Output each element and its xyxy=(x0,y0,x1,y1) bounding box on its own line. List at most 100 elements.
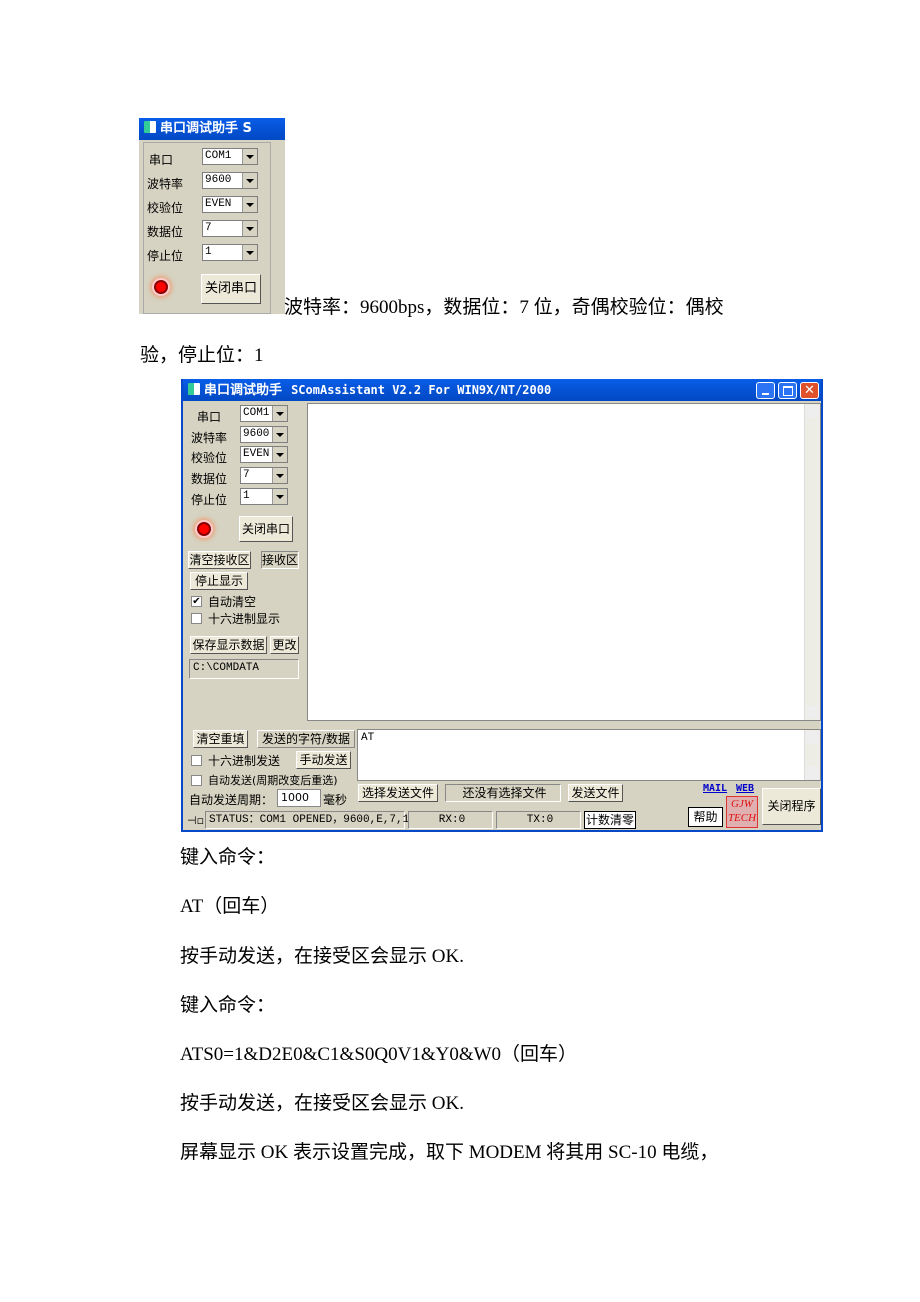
parity-label: 校验位 xyxy=(191,451,228,465)
text-line: ATS0=1&D2E0&C1&S0Q0V1&Y0&W0（回车） xyxy=(180,1044,578,1065)
chevron-down-icon[interactable] xyxy=(242,149,257,164)
text-line: 按手动发送，在接受区会显示 OK. xyxy=(180,946,464,967)
baud-label: 波特率 xyxy=(147,177,184,191)
close-button[interactable]: ✕ xyxy=(800,382,819,399)
port-select[interactable]: COM1 xyxy=(240,405,288,422)
databits-label: 数据位 xyxy=(147,225,184,239)
chevron-down-icon[interactable] xyxy=(242,221,257,236)
status-field: STATUS：COM1 OPENED，9600,E,7,1 xyxy=(205,811,409,829)
parity-label: 校验位 xyxy=(147,201,184,215)
paragraph-line: 波特率：9600bps，数据位：7 位，奇偶校验位：偶校 xyxy=(284,297,724,318)
app-icon xyxy=(144,121,156,133)
scroll-up-icon[interactable] xyxy=(806,731,819,744)
stopbits-label: 停止位 xyxy=(191,493,228,507)
chevron-down-icon[interactable] xyxy=(272,447,287,462)
chevron-down-icon[interactable] xyxy=(242,245,257,260)
receive-area-label: 接收区 xyxy=(261,551,299,569)
text-line: 键入命令： xyxy=(180,847,276,868)
chevron-down-icon[interactable] xyxy=(272,427,287,442)
stopbits-label: 停止位 xyxy=(147,249,184,263)
title-bar: 串口调试助手 SComAssistant V2.2 For WIN9X/NT/2… xyxy=(183,379,821,401)
auto-send-checkbox[interactable] xyxy=(191,775,202,786)
auto-clear-checkbox[interactable]: ✔ xyxy=(191,596,202,607)
gjw-tech-logo: GJW TECH xyxy=(726,796,758,828)
help-button[interactable]: 帮助 xyxy=(688,807,723,827)
send-file-button[interactable]: 发送文件 xyxy=(568,784,623,802)
hex-send-label: 十六进制发送 xyxy=(208,754,281,768)
mail-link[interactable]: MAIL xyxy=(703,783,727,794)
window-title-cn: 串口调试助手 xyxy=(204,383,283,398)
window-title: 串口调试助手 S xyxy=(160,121,252,136)
baud-select[interactable]: 9600 xyxy=(202,172,258,189)
scroll-down-icon[interactable] xyxy=(806,766,819,779)
text-line: 按手动发送，在接受区会显示 OK. xyxy=(180,1093,464,1114)
text-line: 键入命令： xyxy=(180,995,276,1016)
port-select[interactable]: COM1 xyxy=(202,148,258,165)
title-bar: 串口调试助手 S xyxy=(139,118,285,140)
close-program-button[interactable]: 关闭程序 xyxy=(762,788,821,825)
reset-count-button[interactable]: 计数清零 xyxy=(584,811,636,829)
text-line: 屏幕显示 OK 表示设置完成，取下 MODEM 将其用 SC-10 电缆， xyxy=(180,1142,719,1163)
close-icon: ✕ xyxy=(804,383,815,398)
send-scrollbar[interactable] xyxy=(804,730,820,780)
serial-assistant-window: 串口调试助手 SComAssistant V2.2 For WIN9X/NT/2… xyxy=(181,379,823,832)
send-data-label: 发送的字符/数据 xyxy=(257,730,355,748)
app-icon xyxy=(188,383,200,395)
status-led-icon xyxy=(197,522,211,536)
chevron-down-icon[interactable] xyxy=(272,406,287,421)
selected-file-field: 还没有选择文件 xyxy=(445,784,561,802)
change-path-button[interactable]: 更改 xyxy=(270,636,299,654)
minimize-icon xyxy=(762,393,769,395)
clear-refill-button[interactable]: 清空重填 xyxy=(193,730,248,748)
save-path-field: C:\COMDATA xyxy=(189,659,299,679)
rx-counter: RX:0 xyxy=(408,811,493,829)
manual-send-button[interactable]: 手动发送 xyxy=(296,751,351,769)
stopbits-select[interactable]: 1 xyxy=(202,244,258,261)
databits-select[interactable]: 7 xyxy=(202,220,258,237)
parity-select[interactable]: EVEN xyxy=(202,196,258,213)
period-unit: 毫秒 xyxy=(323,793,348,807)
window-title-en: SComAssistant V2.2 For WIN9X/NT/2000 xyxy=(291,383,552,397)
small-serial-window: 串口调试助手 S 串口 COM1 波特率 9600 校验位 EVEN 数据位 7… xyxy=(139,118,285,314)
auto-send-label: 自动发送(周期改变后重选) xyxy=(208,774,338,787)
databits-label: 数据位 xyxy=(191,472,228,486)
send-textarea[interactable]: AT xyxy=(357,729,821,781)
text-line: AT（回车） xyxy=(180,896,280,917)
chevron-down-icon[interactable] xyxy=(242,197,257,212)
baud-label: 波特率 xyxy=(191,431,228,445)
maximize-button[interactable] xyxy=(778,382,797,399)
chevron-down-icon[interactable] xyxy=(272,468,287,483)
scroll-up-icon[interactable] xyxy=(806,405,819,418)
hex-display-label: 十六进制显示 xyxy=(208,612,281,626)
paragraph-line: 验，停止位：1 xyxy=(140,345,264,366)
pin-icon: ⊣▫ xyxy=(187,814,205,827)
period-label: 自动发送周期： xyxy=(189,793,274,807)
check-icon: ✔ xyxy=(192,596,201,607)
databits-select[interactable]: 7 xyxy=(240,467,288,484)
port-label: 串口 xyxy=(149,153,174,167)
close-port-button[interactable]: 关闭串口 xyxy=(239,516,293,542)
hex-send-checkbox[interactable] xyxy=(191,755,202,766)
close-port-button[interactable]: 关闭串口 xyxy=(201,274,261,304)
stop-display-button[interactable]: 停止显示 xyxy=(190,572,248,590)
period-input[interactable]: 1000 xyxy=(277,789,321,807)
tx-counter: TX:0 xyxy=(496,811,581,829)
stopbits-select[interactable]: 1 xyxy=(240,488,288,505)
baud-select[interactable]: 9600 xyxy=(240,426,288,443)
auto-clear-label: 自动清空 xyxy=(208,595,257,609)
scroll-down-icon[interactable] xyxy=(806,706,819,719)
save-data-button[interactable]: 保存显示数据 xyxy=(190,636,267,654)
receive-scrollbar[interactable] xyxy=(804,404,820,720)
port-label: 串口 xyxy=(197,410,222,424)
clear-receive-button[interactable]: 清空接收区 xyxy=(188,551,251,569)
chevron-down-icon[interactable] xyxy=(272,489,287,504)
chevron-down-icon[interactable] xyxy=(242,173,257,188)
minimize-button[interactable] xyxy=(756,382,775,399)
web-link[interactable]: WEB xyxy=(736,783,754,794)
choose-file-button[interactable]: 选择发送文件 xyxy=(358,784,438,802)
maximize-icon xyxy=(783,386,793,396)
parity-select[interactable]: EVEN xyxy=(240,446,288,463)
receive-textarea[interactable] xyxy=(307,403,821,721)
hex-display-checkbox[interactable] xyxy=(191,613,202,624)
status-led-icon xyxy=(154,280,168,294)
